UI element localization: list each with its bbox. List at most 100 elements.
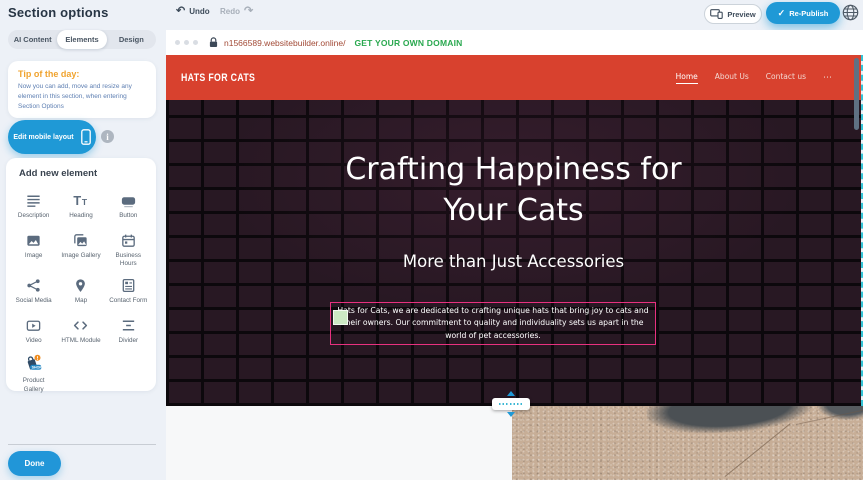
undo-button[interactable]: ↶ Undo [176, 6, 210, 17]
preview-label: Preview [727, 10, 755, 19]
hero-title[interactable]: Crafting Happiness for Your Cats [314, 150, 714, 231]
contact-form-icon [120, 276, 137, 294]
tab-label: AI Content [14, 35, 52, 44]
devices-icon [710, 9, 723, 19]
nav-contact-us[interactable]: Contact us [766, 72, 806, 83]
lock-icon [209, 37, 218, 48]
video-icon [25, 316, 42, 334]
tip-title: Tip of the day: [18, 69, 156, 79]
page-title: Section options [8, 5, 109, 20]
map-icon [72, 276, 89, 294]
element-item-description[interactable]: Description [10, 185, 57, 223]
element-item-label: Product Gallery [13, 377, 55, 393]
sidebar-divider [8, 444, 156, 445]
element-item-map[interactable]: Map [57, 270, 104, 308]
product-gallery-icon: SHOP [23, 356, 45, 374]
preview-button[interactable]: Preview [704, 4, 762, 24]
element-item-label: Contact Form [109, 297, 147, 305]
edit-mobile-layout-button[interactable]: Edit mobile layout [8, 120, 96, 154]
window-dot [193, 40, 198, 45]
hero-section: Crafting Happiness for Your Cats More th… [166, 100, 861, 406]
social-media-icon [25, 276, 42, 294]
tab-elements[interactable]: Elements [57, 30, 106, 49]
tip-body: Now you can add, move and resize any ele… [18, 82, 147, 112]
element-item-label: Business Hours [107, 252, 149, 268]
site-logo[interactable]: HATS FOR CATS [181, 72, 255, 84]
site-nav: Home About Us Contact us ⋯ [676, 55, 833, 100]
info-icon[interactable]: i [101, 130, 114, 143]
hero-subtitle[interactable]: More than Just Accessories [166, 252, 861, 271]
site-description: Hats for Cats, we are dedicated to craft… [337, 305, 649, 342]
redo-icon: ↷ [244, 6, 253, 17]
element-item-html-module[interactable]: HTML Module [57, 310, 104, 348]
site-preview-section: HATS FOR CATS Home About Us Contact us ⋯… [166, 55, 863, 406]
resize-handle-dots [499, 403, 524, 405]
tab-ai-content[interactable]: AI Content [8, 30, 57, 49]
resize-arrow-down-icon [507, 412, 515, 417]
edit-mobile-label: Edit mobile layout [13, 134, 73, 141]
preview-scrollbar[interactable] [854, 58, 859, 130]
element-item-social-media[interactable]: Social Media [10, 270, 57, 308]
element-item-label: Image [25, 252, 43, 260]
element-item-label: Map [75, 297, 87, 305]
app-window: Section options ↶ Undo Redo ↷ Preview ✓ … [0, 0, 863, 480]
tab-label: Elements [65, 35, 98, 44]
site-header: HATS FOR CATS Home About Us Contact us ⋯ [166, 55, 861, 100]
next-section-image [512, 406, 863, 480]
sidebar-tabs: AI Content Elements Design [8, 30, 156, 49]
element-item-product-gallery[interactable]: SHOP Product Gallery [10, 350, 57, 393]
element-item-label: Heading [69, 212, 92, 220]
add-element-panel: Add new element Description TT Heading B… [6, 158, 156, 391]
element-item-business-hours[interactable]: Business Hours [105, 225, 152, 268]
image-gallery-icon [72, 231, 89, 249]
element-item-label: Description [18, 212, 50, 220]
get-your-own-domain-link[interactable]: GET YOUR OWN DOMAIN [354, 38, 462, 48]
section-resize-handle[interactable] [492, 398, 530, 410]
element-item-label: Button [119, 212, 137, 220]
element-item-label: Divider [119, 337, 139, 345]
republish-label: Re-Publish [789, 9, 828, 18]
divider-icon [120, 316, 137, 334]
mobile-phone-icon [81, 129, 91, 145]
window-dot [184, 40, 189, 45]
add-element-title: Add new element [19, 168, 156, 179]
tab-design[interactable]: Design [107, 30, 156, 49]
element-item-contact-form[interactable]: Contact Form [105, 270, 152, 308]
element-item-image[interactable]: Image [10, 225, 57, 268]
redo-button[interactable]: Redo ↷ [220, 6, 253, 17]
element-item-label: Image Gallery [61, 252, 100, 260]
description-element-selected[interactable]: Hats for Cats, we are dedicated to craft… [330, 302, 656, 345]
element-item-label: Video [26, 337, 42, 345]
image-shadow [646, 406, 813, 438]
image-icon [25, 231, 42, 249]
undo-icon: ↶ [176, 6, 185, 17]
tab-label: Design [119, 35, 144, 44]
element-grid: Description TT Heading Button Image [6, 183, 156, 396]
done-button[interactable]: Done [8, 451, 61, 476]
check-icon: ✓ [778, 8, 786, 19]
resize-arrow-up-icon [507, 391, 515, 396]
button-icon [120, 191, 137, 209]
svg-text:T: T [82, 197, 88, 207]
nav-home[interactable]: Home [676, 72, 698, 84]
business-hours-icon [120, 231, 137, 249]
html-module-icon [72, 316, 89, 334]
element-item-divider[interactable]: Divider [105, 310, 152, 348]
site-url[interactable]: n1566589.websitebuilder.online/ [224, 38, 345, 48]
element-drag-handle[interactable] [333, 310, 348, 325]
element-item-heading[interactable]: TT Heading [57, 185, 104, 223]
browser-bar: n1566589.websitebuilder.online/ GET YOUR… [166, 30, 863, 55]
element-item-label: HTML Module [61, 337, 100, 345]
republish-button[interactable]: ✓ Re-Publish [766, 2, 840, 24]
nav-more-icon[interactable]: ⋯ [823, 73, 833, 83]
element-item-image-gallery[interactable]: Image Gallery [57, 225, 104, 268]
next-section-blank [166, 406, 512, 480]
svg-text:T: T [74, 193, 82, 208]
nav-about-us[interactable]: About Us [715, 72, 749, 83]
language-globe-icon[interactable] [842, 4, 859, 21]
element-item-label: Social Media [16, 297, 52, 305]
element-item-video[interactable]: Video [10, 310, 57, 348]
description-icon [25, 191, 42, 209]
window-dot [175, 40, 180, 45]
element-item-button[interactable]: Button [105, 185, 152, 223]
